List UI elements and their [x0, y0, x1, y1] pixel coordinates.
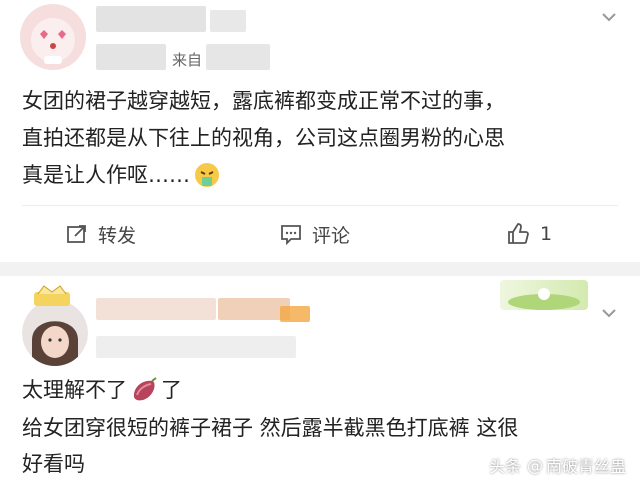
thumbs-up-icon	[508, 223, 529, 244]
chevron-down-icon[interactable]	[602, 12, 616, 22]
user-avatar-2[interactable]	[22, 300, 88, 366]
vomit-face-icon	[194, 162, 220, 188]
watermark: 头条 @ 南破青丝蛊	[489, 453, 626, 477]
comment2-line-1-text: 太理解不了	[22, 378, 127, 402]
user-avatar[interactable]	[20, 4, 86, 70]
blurred-time	[96, 44, 166, 70]
blurred-username-extra	[210, 10, 246, 32]
repost-button[interactable]: 转发	[66, 220, 136, 248]
repost-icon	[67, 225, 86, 243]
comment2-line-2: 给女团穿很短的裤子裙子 然后露半截黑色打底裤 这很	[22, 416, 519, 440]
comment-line-3-text: 真是让人作呕……	[22, 163, 190, 187]
source-label: 来自	[172, 51, 203, 69]
action-divider	[22, 205, 618, 206]
section-separator	[0, 262, 640, 276]
comment-line-2: 直拍还都是从下往上的视角，公司这点圈男粉的心思	[22, 126, 505, 150]
blurred-username-2	[96, 298, 216, 320]
blurred-time-2	[96, 336, 296, 358]
blurred-username	[96, 6, 206, 32]
comment-line-1: 女团的裙子越穿越短，露底裤都变成正常不过的事，	[22, 89, 505, 113]
comment-label: 评论	[312, 224, 351, 247]
like-button[interactable]: 1	[506, 220, 552, 248]
comment-line-3: 真是让人作呕……	[22, 159, 220, 191]
at-icon: @	[526, 455, 543, 475]
sweet-potato-icon	[129, 375, 159, 405]
like-count: 1	[540, 223, 553, 245]
comment2-line-3: 好看吗	[22, 452, 85, 476]
comment-card-1: 来自 女团的裙子越穿越短，露底裤都变成正常不过的事， 直拍还都是从下往上的视角，…	[0, 0, 640, 262]
comment2-line-1-tail: 了	[161, 378, 182, 402]
watermark-platform: 头条	[488, 457, 521, 476]
badge-card-decoration	[500, 280, 588, 310]
comment-button[interactable]: 评论	[280, 220, 350, 248]
watermark-handle: 南破青丝蛊	[545, 457, 626, 476]
crown-badge-icon	[32, 284, 72, 308]
blurred-badge	[280, 306, 310, 322]
comment-icon	[281, 225, 301, 245]
blurred-source	[206, 44, 270, 70]
chevron-down-icon-2[interactable]	[602, 308, 616, 318]
repost-label: 转发	[98, 224, 137, 247]
comment2-line-1: 太理解不了 了	[22, 374, 182, 406]
